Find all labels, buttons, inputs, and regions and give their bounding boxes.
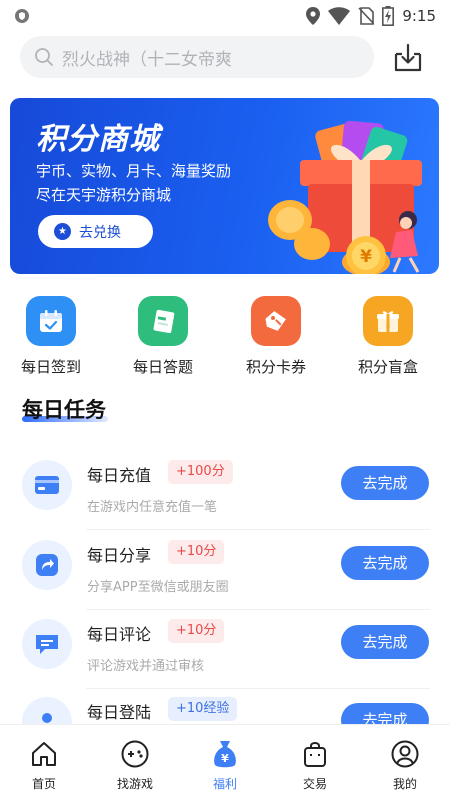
- task-description: 在游戏内任意充值一笔: [87, 500, 218, 515]
- quick-entry-label: 积分盲盒: [357, 358, 418, 376]
- banner-line-2: 尽在天宇游积分商城: [36, 186, 172, 204]
- quick-entry-daily-quiz[interactable]: 每日答题: [118, 296, 208, 377]
- quick-entry-label: 每日答题: [132, 358, 193, 376]
- location-icon: [306, 7, 321, 25]
- nav-item-mine[interactable]: 我的: [370, 739, 440, 792]
- task-reward-badge: +10分: [168, 619, 225, 643]
- task-complete-button[interactable]: 去完成: [341, 625, 429, 659]
- nav-label: 首页: [31, 777, 56, 791]
- quick-entry-daily-checkin[interactable]: 每日签到: [6, 296, 96, 377]
- task-reward-badge: +10分: [168, 540, 225, 564]
- nav-label: 交易: [302, 777, 327, 791]
- task-complete-button[interactable]: 去完成: [341, 466, 429, 500]
- share-icon: [22, 540, 72, 590]
- gift-box-icon: ¥: [363, 296, 413, 346]
- divider: [86, 529, 430, 530]
- status-bar: 9:15: [0, 0, 450, 32]
- shopping-bag-icon: [300, 739, 330, 769]
- status-time: 9:15: [402, 7, 436, 25]
- gift-box-illustration: ¥: [268, 120, 422, 274]
- task-title: 每日分享: [87, 546, 152, 565]
- quick-entry-row: 每日签到 每日答题 积分卡券 ¥ 积分盲盒: [0, 296, 450, 382]
- banner-title: 积分商城: [36, 122, 160, 157]
- search-icon: [35, 48, 53, 66]
- wifi-icon: [328, 7, 351, 25]
- no-sim-icon: [358, 7, 375, 25]
- quick-entry-label: 每日签到: [20, 358, 81, 376]
- search-input[interactable]: 烈火战神（十二女帝爽: [20, 36, 374, 78]
- nav-item-find-games[interactable]: 找游戏: [100, 739, 170, 792]
- task-title: 每日充值: [87, 466, 152, 485]
- coupon-icon: [251, 296, 301, 346]
- battery-charging-icon: [382, 6, 395, 26]
- task-title: 每日登陆: [87, 703, 152, 722]
- svg-text:¥: ¥: [221, 752, 229, 765]
- points-mall-banner[interactable]: 积分商城 宇币、实物、月卡、海量奖励 尽在天宇游积分商城 ★ 去兑换 ¥: [10, 98, 439, 274]
- coin-symbol: ¥: [360, 247, 372, 267]
- banner-line-1: 宇币、实物、月卡、海量奖励: [36, 162, 232, 180]
- daily-tasks-title: 每日任务: [22, 398, 106, 422]
- nav-item-trade[interactable]: 交易: [280, 739, 350, 792]
- download-icon[interactable]: [392, 42, 424, 74]
- exchange-button-label: 去兑换: [79, 224, 121, 241]
- quiz-card-icon: [138, 296, 188, 346]
- calendar-check-icon: [26, 296, 76, 346]
- home-icon: [29, 739, 59, 769]
- nav-label: 找游戏: [116, 777, 153, 791]
- svg-text:¥: ¥: [386, 323, 391, 331]
- nav-label: 福利: [212, 777, 237, 791]
- money-bag-icon: ¥: [210, 739, 240, 769]
- quick-entry-blind-box[interactable]: ¥ 积分盲盒: [343, 296, 433, 377]
- gamepad-icon: [120, 739, 150, 769]
- task-description: 分享APP至微信或朋友圈: [87, 580, 229, 595]
- search-row: 烈火战神（十二女帝爽: [0, 36, 450, 80]
- nav-label: 我的: [392, 777, 417, 791]
- card-icon: [22, 460, 72, 510]
- exchange-button[interactable]: ★ 去兑换: [38, 215, 153, 248]
- quick-entry-points-coupon[interactable]: 积分卡券: [231, 296, 321, 377]
- task-row-daily-share: 每日分享 +10分 分享APP至微信或朋友圈 去完成: [0, 532, 450, 610]
- task-reward-badge: +10经验: [168, 697, 238, 721]
- task-title: 每日评论: [87, 625, 152, 644]
- star-icon: ★: [54, 223, 71, 240]
- task-description: 评论游戏并通过审核: [87, 659, 205, 674]
- divider: [86, 609, 430, 610]
- shield-notification-icon: [15, 9, 29, 23]
- task-complete-button[interactable]: 去完成: [341, 546, 429, 580]
- nav-item-home[interactable]: 首页: [9, 739, 79, 792]
- search-placeholder: 烈火战神（十二女帝爽: [62, 49, 232, 70]
- task-row-daily-comment: 每日评论 +10分 评论游戏并通过审核 去完成: [0, 611, 450, 689]
- task-row-daily-recharge: 每日充值 +100分 在游戏内任意充值一笔 去完成: [0, 452, 450, 530]
- nav-item-welfare[interactable]: ¥ 福利: [190, 739, 260, 792]
- task-reward-badge: +100分: [168, 460, 233, 484]
- quick-entry-label: 积分卡券: [245, 358, 306, 376]
- bottom-nav: 首页 找游戏 ¥ 福利 交易 我的: [0, 724, 450, 800]
- profile-icon: [390, 739, 420, 769]
- comment-icon: [22, 619, 72, 669]
